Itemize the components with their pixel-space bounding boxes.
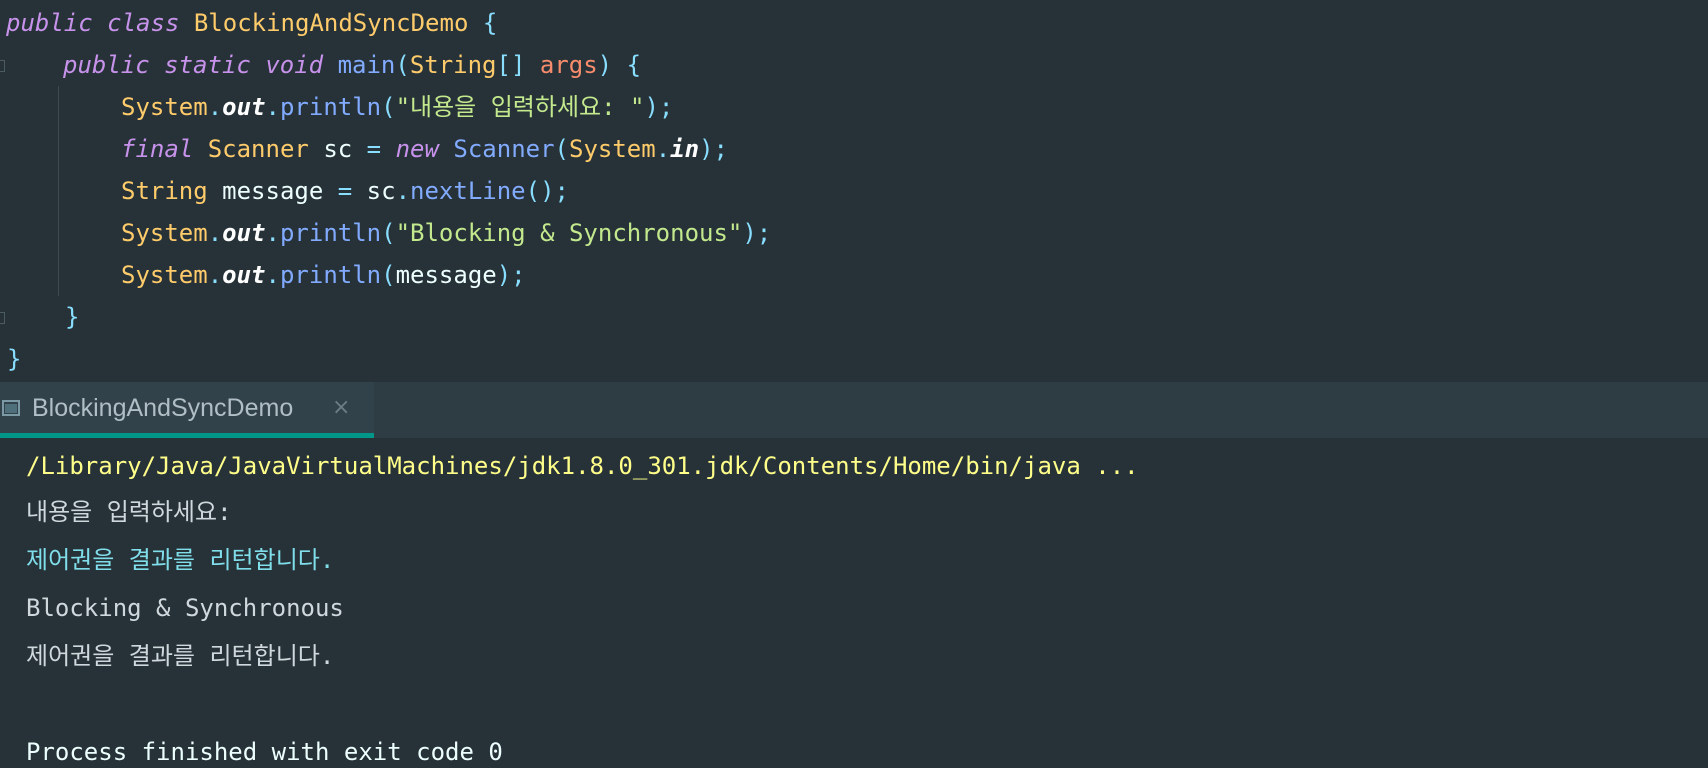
paren: ) — [597, 51, 613, 79]
method-name: println — [279, 261, 382, 289]
dot: . — [395, 177, 411, 205]
static-field: out — [222, 261, 266, 289]
class-name: System — [121, 219, 208, 247]
code-line[interactable]: final Scanner sc = new Scanner(System.in… — [121, 128, 728, 170]
string-literal: "Blocking & Synchronous" — [395, 219, 743, 247]
dot: . — [655, 135, 671, 163]
static-field: in — [670, 135, 700, 163]
type-name: String — [121, 177, 208, 205]
console-output-line: 제어권을 결과를 리턴합니다. — [26, 642, 335, 670]
run-tab-label: BlockingAndSyncDemo — [32, 394, 294, 422]
brace: { — [626, 51, 642, 79]
paren: ( — [381, 261, 396, 289]
console-user-input: 제어권을 결과를 리턴합니다. — [26, 546, 335, 574]
console-icon — [2, 400, 20, 416]
variable: sc — [323, 135, 353, 163]
keyword: static — [164, 51, 251, 79]
fold-marker-icon[interactable] — [0, 60, 5, 72]
paren: ( — [381, 219, 396, 247]
class-name: System — [569, 135, 656, 163]
keyword: final — [121, 135, 194, 163]
operator: = — [337, 177, 353, 205]
code-editor[interactable]: public class BlockingAndSyncDemo { publi… — [0, 0, 1708, 382]
paren: ( — [381, 93, 396, 121]
code-line[interactable]: public static void main(String[] args) { — [63, 44, 641, 86]
variable: message — [395, 261, 497, 289]
method-name: println — [279, 93, 382, 121]
paren: ); — [742, 219, 772, 247]
brackets: [] — [496, 51, 526, 79]
brace: } — [65, 303, 80, 331]
console-exit-message: Process finished with exit code 0 — [26, 738, 503, 766]
code-line[interactable]: String message = sc.nextLine(); — [121, 170, 569, 212]
dot: . — [265, 219, 280, 247]
constructor-name: Scanner — [453, 135, 555, 163]
code-line[interactable]: } — [7, 338, 21, 380]
string-literal: "내용을 입력하세요: " — [395, 93, 645, 121]
dot: . — [265, 261, 280, 289]
paren: ( — [554, 135, 569, 163]
run-tool-window-tabbar: BlockingAndSyncDemo × — [0, 382, 1708, 438]
parameter: args — [539, 51, 598, 79]
console-prompt-line: 내용을 입력하세요: — [26, 498, 246, 526]
method-name: println — [279, 219, 382, 247]
fold-marker-icon[interactable] — [0, 312, 5, 324]
operator: = — [366, 135, 382, 163]
keyword: public — [6, 9, 93, 37]
code-line[interactable]: public class BlockingAndSyncDemo { — [6, 2, 497, 44]
brace: } — [7, 345, 22, 373]
paren: ); — [699, 135, 728, 163]
class-name: Scanner — [207, 135, 309, 163]
console-command-line[interactable]: /Library/Java/JavaVirtualMachines/jdk1.8… — [26, 450, 1139, 482]
run-tab[interactable]: BlockingAndSyncDemo × — [0, 382, 374, 438]
keyword: void — [265, 51, 324, 79]
paren: (); — [525, 177, 569, 205]
code-line[interactable]: System.out.println("Blocking & Synchrono… — [121, 212, 771, 254]
variable: message — [222, 177, 324, 205]
console-output[interactable]: /Library/Java/JavaVirtualMachines/jdk1.8… — [0, 438, 1708, 768]
class-name: BlockingAndSyncDemo — [193, 9, 469, 37]
keyword: class — [107, 9, 180, 37]
keyword: new — [395, 135, 439, 163]
class-name: System — [121, 261, 208, 289]
close-icon[interactable]: × — [332, 395, 350, 421]
dot: . — [207, 93, 223, 121]
dot: . — [207, 219, 223, 247]
method-name: nextLine — [410, 177, 526, 205]
brace: { — [482, 9, 498, 37]
static-field: out — [222, 93, 266, 121]
console-output-line: Blocking & Synchronous — [26, 594, 344, 622]
code-line[interactable]: } — [65, 296, 79, 338]
class-name: System — [121, 93, 208, 121]
variable: sc — [366, 177, 396, 205]
code-line[interactable]: System.out.println("내용을 입력하세요: "); — [121, 86, 673, 128]
dot: . — [265, 93, 280, 121]
paren: ( — [395, 51, 410, 79]
code-line[interactable]: System.out.println(message); — [121, 254, 526, 296]
static-field: out — [222, 219, 266, 247]
method-name: main — [337, 51, 396, 79]
keyword: public — [63, 51, 150, 79]
indent-guide — [58, 86, 59, 296]
paren: ); — [644, 93, 674, 121]
paren: ); — [496, 261, 526, 289]
dot: . — [207, 261, 223, 289]
type-name: String — [409, 51, 497, 79]
